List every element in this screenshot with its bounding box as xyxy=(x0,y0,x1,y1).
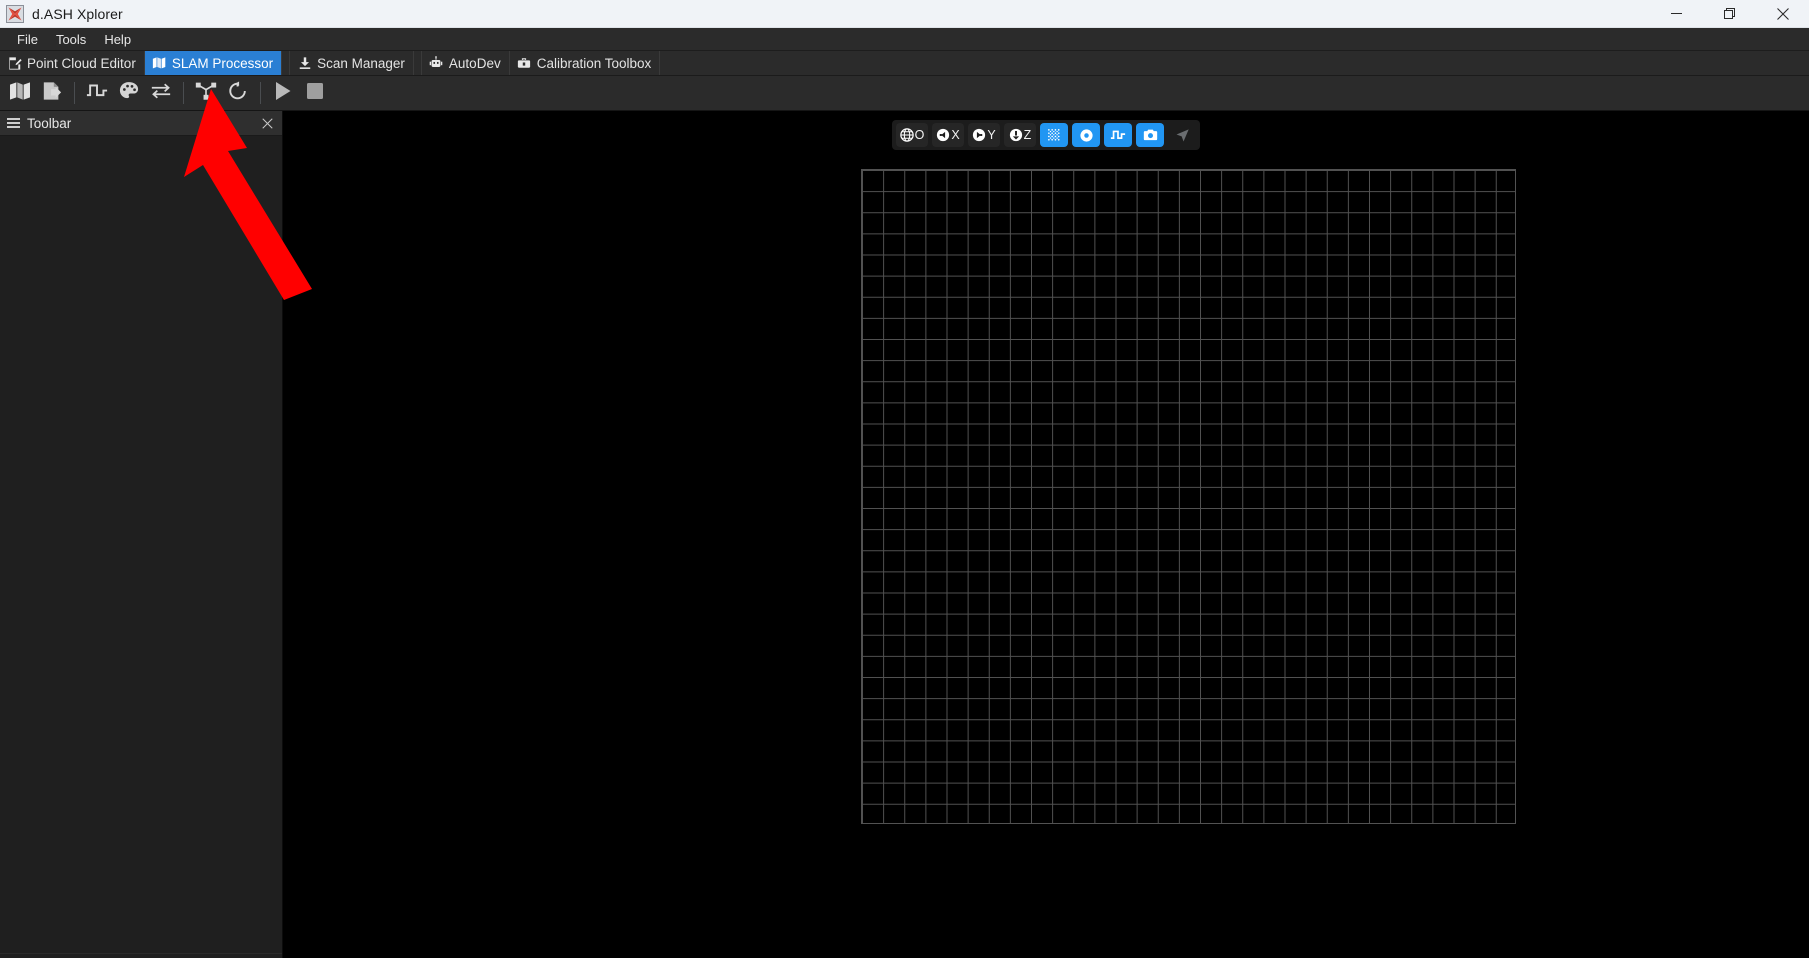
node-graph-button[interactable] xyxy=(191,79,221,107)
toggle-points-button[interactable] xyxy=(1072,123,1100,147)
restore-button[interactable] xyxy=(1703,0,1756,27)
grid-plane xyxy=(861,169,1516,824)
arrow-right-icon xyxy=(973,128,986,142)
robot-icon xyxy=(429,56,444,71)
square-wave-icon xyxy=(1110,130,1126,139)
toolbar-separator xyxy=(183,82,184,104)
main-icon-toolbar xyxy=(0,76,1809,111)
toolbar-separator xyxy=(260,82,261,104)
tab-label: Scan Manager xyxy=(317,55,405,71)
arrow-down-icon xyxy=(1009,128,1022,142)
view-x-button[interactable]: X xyxy=(932,123,964,147)
tab-separator xyxy=(413,51,422,75)
application-window: d.ASH Xplorer File Tools Help Point Clou… xyxy=(0,0,1809,958)
download-icon xyxy=(297,56,312,71)
tab-calibration-toolbox[interactable]: Calibration Toolbox xyxy=(510,51,661,75)
toggle-grid-button[interactable] xyxy=(1040,123,1068,147)
stop-icon xyxy=(306,82,324,105)
view-y-label: Y xyxy=(987,127,996,142)
tab-separator xyxy=(282,51,291,75)
module-tab-bar: Point Cloud Editor SLAM Processor Scan M… xyxy=(0,51,1809,76)
view-z-label: Z xyxy=(1023,127,1032,142)
toolbox-icon xyxy=(517,56,532,71)
view-z-button[interactable]: Z xyxy=(1004,123,1036,147)
toolbar-separator xyxy=(74,82,75,104)
swap-arrows-button[interactable] xyxy=(146,79,176,107)
square-wave-button[interactable] xyxy=(82,79,112,107)
tab-point-cloud-editor[interactable]: Point Cloud Editor xyxy=(0,51,145,75)
menu-bar: File Tools Help xyxy=(0,28,1809,51)
tab-label: AutoDev xyxy=(448,55,501,71)
window-controls xyxy=(1650,0,1809,27)
close-icon[interactable] xyxy=(258,114,276,132)
view-x-label: X xyxy=(951,127,960,142)
tab-label: SLAM Processor xyxy=(171,55,274,71)
square-wave-icon xyxy=(86,82,108,105)
toggle-signal-button[interactable] xyxy=(1104,123,1132,147)
export-file-icon xyxy=(42,81,62,106)
swap-arrows-icon xyxy=(150,82,172,105)
arrow-left-icon xyxy=(937,128,950,142)
viewport-grid xyxy=(861,169,1516,824)
dock-header[interactable]: Toolbar xyxy=(0,111,282,136)
palette-button[interactable] xyxy=(114,79,144,107)
menu-tools[interactable]: Tools xyxy=(47,30,95,49)
dock-resize-handle[interactable] xyxy=(0,953,282,958)
open-map-icon xyxy=(9,81,31,106)
menu-help[interactable]: Help xyxy=(95,30,140,49)
tab-label: Point Cloud Editor xyxy=(27,55,136,71)
map-book-icon xyxy=(152,56,167,71)
screenshot-button[interactable] xyxy=(1136,123,1164,147)
play-button[interactable] xyxy=(268,79,298,107)
menu-file[interactable]: File xyxy=(8,30,47,49)
edit-document-icon xyxy=(7,56,22,71)
dock-content-empty xyxy=(0,136,282,953)
hamburger-grip-icon[interactable] xyxy=(7,118,20,128)
dock-title: Toolbar xyxy=(27,115,72,131)
circle-dot-icon xyxy=(1079,128,1093,142)
dot-grid-icon xyxy=(1047,128,1060,141)
app-logo-icon xyxy=(5,4,25,24)
navigation-arrow-icon xyxy=(1176,128,1189,141)
left-dock-panel: Toolbar xyxy=(0,111,283,958)
globe-icon xyxy=(899,128,914,142)
tab-scan-manager[interactable]: Scan Manager xyxy=(290,51,414,75)
palette-icon xyxy=(119,81,139,106)
work-area: Toolbar O X Y Z xyxy=(0,111,1809,958)
window-title: d.ASH Xplorer xyxy=(32,5,123,22)
open-map-button[interactable] xyxy=(5,79,35,107)
3d-viewport[interactable]: O X Y Z xyxy=(283,111,1809,958)
viewport-toolbar: O X Y Z xyxy=(892,120,1200,150)
view-origin-button[interactable]: O xyxy=(896,123,928,147)
tab-label: Calibration Toolbox xyxy=(536,55,652,71)
loop-arrow-icon xyxy=(227,81,249,106)
node-graph-icon xyxy=(195,81,217,106)
tab-slam-processor[interactable]: SLAM Processor xyxy=(144,51,283,75)
title-bar: d.ASH Xplorer xyxy=(0,0,1809,28)
play-icon xyxy=(274,81,292,106)
camera-icon xyxy=(1143,129,1157,141)
navigate-button[interactable] xyxy=(1168,123,1196,147)
loop-closure-button[interactable] xyxy=(223,79,253,107)
close-button[interactable] xyxy=(1756,0,1809,27)
view-origin-label: O xyxy=(914,127,925,142)
view-y-button[interactable]: Y xyxy=(968,123,1000,147)
stop-button[interactable] xyxy=(300,79,330,107)
tab-autodev[interactable]: AutoDev xyxy=(422,51,510,75)
export-file-button[interactable] xyxy=(37,79,67,107)
minimize-button[interactable] xyxy=(1650,0,1703,27)
